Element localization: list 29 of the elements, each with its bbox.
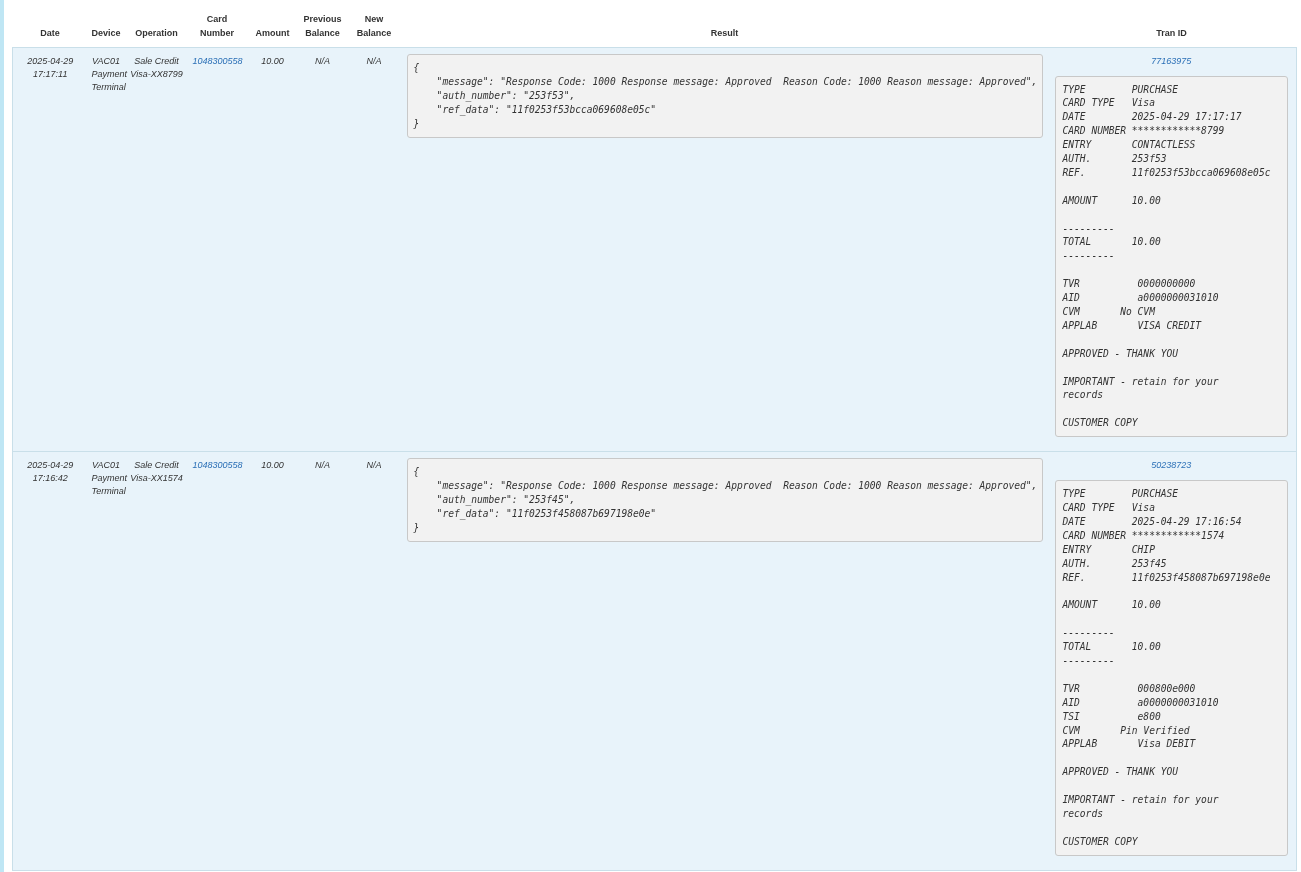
table-cell: N/A — [366, 55, 382, 66]
card-number-link[interactable]: 1048300558 — [192, 460, 243, 471]
table-cell: 10.00 — [261, 55, 284, 66]
column-header: Result — [710, 27, 739, 38]
receipt-text: TYPE PURCHASE CARD TYPE Visa DATE 2025-04-29 17:17:17 CARD NUMBER ************8799 ENTRY CONTACTLESS AUTH. 253f53 REF. 11f0253f53bcca069608e05c AMOUNT 10.00 --------- TOTAL 10.00 --------- TVR 0000000000 AID a0000000031010 CVM No CVM APPLAB VISA CREDIT APPROVED - THANK YOU IMPORTANT - retain for your records CUSTOMER COPY — [1054, 75, 1288, 438]
tran-id-link[interactable]: 77163975 — [1151, 55, 1192, 66]
card-number-link[interactable]: 1048300558 — [192, 55, 243, 66]
table-cell: N/A — [315, 460, 330, 471]
column-header: New Balance — [356, 13, 392, 38]
column-header: Tran ID — [1156, 27, 1187, 38]
table-cell: VAC01 Payment Terminal — [91, 460, 128, 497]
result-code-block: { "message": "Response Code: 1000 Response message: Approved Reason Code: 1000 Reason message: Approved", "auth_number": "253f45", "ref_data": "11f0253f458087b697198e0e" } — [406, 458, 1043, 543]
table-cell: 2025-04-29 17:16:42 — [27, 460, 74, 484]
column-header: Device — [91, 27, 121, 38]
receipt-text: TYPE PURCHASE CARD TYPE Visa DATE 2025-04-29 17:16:54 CARD NUMBER ************1574 ENTRY CHIP AUTH. 253f45 REF. 11f0253f458087b697198e0e AMOUNT 10.00 --------- TOTAL 10.00 --------- TVR 000800e000 AID a0000000031010 TSI e800 CVM Pin Verified APPLAB Visa DEBIT APPROVED - THANK YOU IMPORTANT - retain for your records CUSTOMER COPY — [1054, 480, 1288, 856]
column-header: Date — [40, 27, 60, 38]
table-cell: 10.00 — [261, 460, 284, 471]
table-cell: N/A — [315, 55, 330, 66]
result-code-block: { "message": "Response Code: 1000 Response message: Approved Reason Code: 1000 Reason message: Approved", "auth_number": "253f53", "ref_data": "11f0253f53bcca069608e05c" } — [406, 53, 1043, 138]
table-cell: N/A — [366, 460, 382, 471]
table-cell: 2025-04-29 17:17:11 — [27, 55, 74, 79]
table-cell: Sale Credit Visa-XX8799 — [130, 55, 183, 79]
table-cell: Sale Credit Visa-XX1574 — [130, 460, 183, 484]
table-cell: VAC01 Payment Terminal — [91, 55, 128, 92]
column-header: Card Number — [200, 13, 234, 38]
column-header: Previous Balance — [303, 13, 342, 38]
column-header: Amount — [255, 27, 290, 38]
tran-id-link[interactable]: 50238723 — [1151, 460, 1192, 471]
column-header: Operation — [135, 27, 178, 38]
